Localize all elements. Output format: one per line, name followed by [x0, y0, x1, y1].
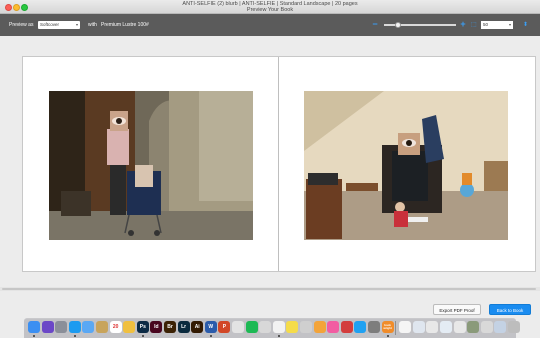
mail-icon[interactable] [82, 321, 95, 333]
notes-icon[interactable] [96, 321, 108, 333]
book-gutter [278, 57, 279, 271]
spotify-icon[interactable] [245, 321, 258, 333]
chevron-down-icon: ▾ [508, 22, 511, 27]
paper-type-label: Premium Lustre 100# [101, 22, 149, 28]
app-store-icon[interactable] [354, 321, 367, 333]
word-label: W [208, 324, 214, 330]
book-spread [22, 56, 536, 272]
fit-page-icon[interactable]: ⬚ [471, 21, 477, 28]
left-page-photo [49, 91, 253, 240]
indesign-label: Id [154, 324, 159, 330]
indesign-icon[interactable]: Id [150, 321, 163, 333]
window-subtitle: Preview Your Book [246, 7, 294, 13]
document-icon-3[interactable] [426, 321, 439, 333]
document-icon-2[interactable] [412, 321, 425, 333]
running-app-indicator [73, 335, 76, 337]
preview-as-value: Softcover [40, 22, 60, 27]
running-app-indicator [386, 335, 389, 337]
running-app-indicator [141, 335, 144, 337]
right-page-photo [304, 91, 508, 240]
preview-as-select[interactable]: Softcover ▾ [38, 21, 80, 29]
trash-icon[interactable] [508, 321, 520, 333]
safari-icon[interactable] [68, 321, 81, 333]
running-app-indicator [209, 335, 212, 337]
powerpoint-label: P [222, 324, 227, 330]
back-to-book-button[interactable]: Back to Book [489, 304, 531, 315]
with-label: with [88, 22, 97, 28]
horizontal-scrollbar[interactable] [0, 287, 540, 291]
powerpoint-icon[interactable]: P [218, 321, 231, 333]
document-icon-5[interactable] [453, 321, 466, 333]
zoom-percent-value: 50 [483, 22, 489, 27]
document-icon-4[interactable] [440, 321, 452, 333]
lightroom-icon[interactable]: Lr [177, 321, 190, 333]
title-bar: ANTI-SELFIE (2) blurb | ANTI-SELFIE | St… [0, 0, 540, 14]
grid-stack-icon[interactable] [480, 321, 493, 333]
calendar-label: 20 [112, 324, 119, 330]
dock-separator [395, 321, 396, 335]
preview-icon[interactable] [272, 321, 285, 333]
zoom-out-button[interactable]: − [371, 20, 379, 29]
itunes-icon[interactable] [327, 321, 340, 333]
running-app-indicator [33, 335, 35, 337]
chevron-down-icon: ▾ [75, 22, 78, 27]
scrollbar-thumb[interactable] [2, 288, 536, 290]
macos-dock: 20 Ps Id Br Lr Ai W Pbook wright [24, 318, 520, 338]
system-preferences-icon[interactable] [368, 321, 380, 333]
finder-icon[interactable] [28, 321, 40, 333]
photo-booth-icon[interactable] [340, 321, 353, 333]
running-app-indicator [277, 335, 280, 337]
preview-as-label: Preview as [9, 22, 34, 28]
reminders-icon[interactable] [123, 321, 136, 333]
blurb-bookwright-icon[interactable]: book wright [381, 321, 394, 333]
document-icon-1[interactable] [399, 321, 412, 333]
photoshop-label: Ps [139, 324, 146, 330]
launchpad-icon[interactable] [55, 321, 68, 333]
attic-room-photo [304, 91, 508, 240]
book-preview-canvas [0, 36, 540, 294]
photoshop-icon[interactable]: Ps [136, 321, 149, 333]
zoom-slider-knob[interactable] [395, 21, 402, 28]
illustrator-label: Ai [194, 324, 200, 330]
photos-icon[interactable] [313, 321, 326, 333]
zoom-percent-select[interactable]: 50 ▾ [481, 21, 513, 29]
image-stack-icon[interactable] [467, 321, 480, 333]
bridge-icon[interactable]: Br [164, 321, 176, 333]
bridge-label: Br [167, 324, 173, 330]
calendar-icon[interactable]: 20 [109, 321, 122, 333]
downloads-icon[interactable] [494, 321, 507, 333]
blurb-bookwright-label: book wright [383, 323, 392, 330]
lightroom-label: Lr [181, 324, 187, 330]
folder-icon[interactable] [300, 321, 312, 333]
siri-icon[interactable] [41, 321, 54, 333]
preview-toolbar: Preview as Softcover ▾ with Premium Lust… [0, 14, 540, 36]
word-icon[interactable]: W [204, 321, 217, 333]
page-spread-icon[interactable]: ⬍ [523, 21, 528, 28]
messages-icon[interactable] [259, 321, 272, 333]
zoom-in-button[interactable]: + [459, 20, 467, 29]
illustrator-icon[interactable]: Ai [191, 321, 204, 333]
church-doorway-photo [49, 91, 253, 240]
stickies-icon[interactable] [286, 321, 299, 333]
acrobat-icon[interactable] [232, 321, 244, 333]
export-pdf-proof-button[interactable]: Export PDF Proof [433, 304, 481, 315]
